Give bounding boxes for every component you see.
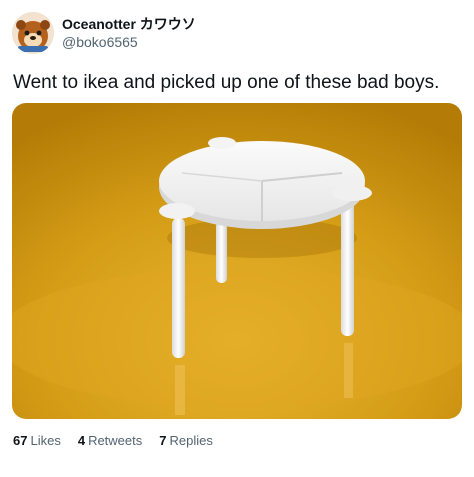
user-names: Oceanotter カワウソ @boko6565 [62,15,196,51]
display-name[interactable]: Oceanotter カワウソ [62,15,196,33]
likes-count[interactable]: 67 Likes [13,433,61,448]
tweet-card: Oceanotter カワウソ @boko6565 Went to ikea a… [0,0,474,477]
replies-count[interactable]: 7 Replies [159,433,213,448]
avatar[interactable] [12,12,54,54]
retweets-label: Retweets [88,433,143,448]
retweets-number: 4 [77,433,86,448]
tweet-text: Went to ikea and picked up one of these … [13,72,440,93]
avatar-otter-icon [12,12,54,54]
retweets-count[interactable]: 4 Retweets [78,433,142,448]
likes-number: 67 [13,433,28,448]
photo-plastic-pizza-saver [12,103,462,419]
tweet-stats: 67 Likes 4 Retweets 7 Replies [13,433,213,448]
user-handle[interactable]: @boko6565 [62,33,196,51]
likes-label: Likes [30,433,61,448]
tweet-header: Oceanotter カワウソ @boko6565 [12,12,196,54]
replies-label: Replies [169,433,213,448]
replies-number: 7 [159,433,167,448]
tweet-photo[interactable] [12,103,462,419]
